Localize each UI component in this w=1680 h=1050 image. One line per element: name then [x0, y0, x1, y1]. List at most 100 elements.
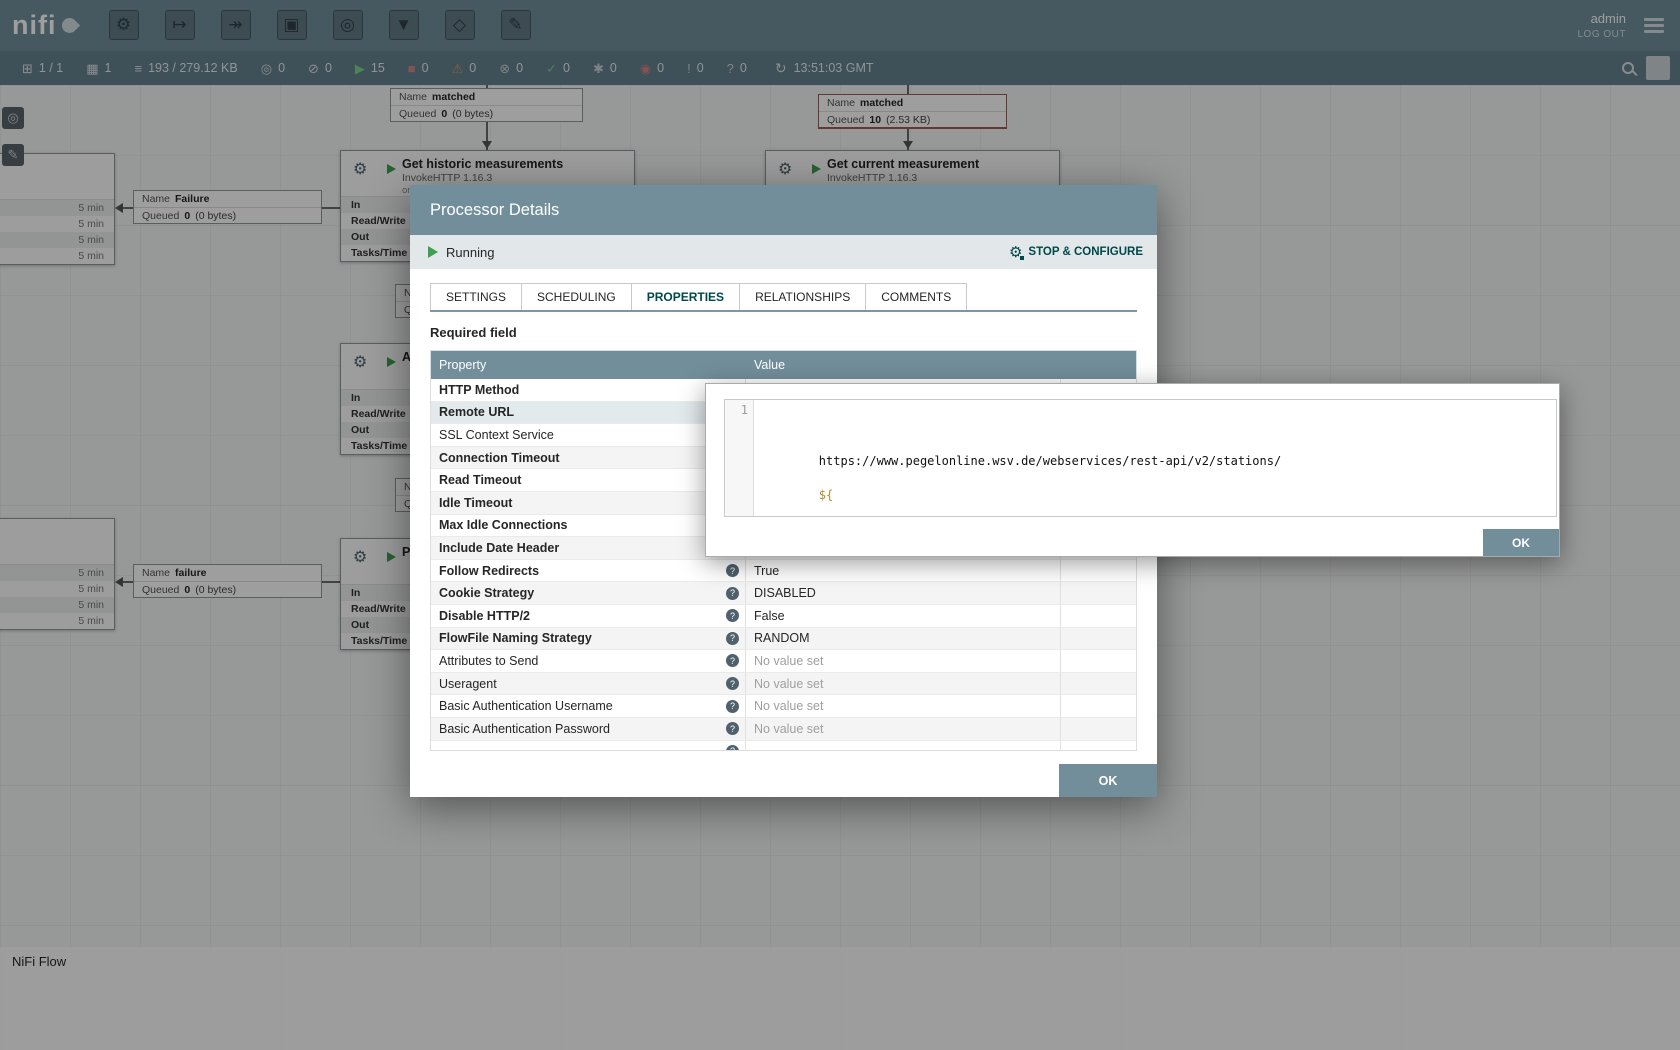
property-row[interactable]: Useragent ? No value set — [431, 673, 1136, 696]
property-name: Read Timeout — [439, 473, 521, 487]
value-cell[interactable]: DISABLED — [746, 582, 1061, 604]
property-name: FlowFile Naming Strategy — [439, 631, 592, 645]
property-column-header: Property — [431, 358, 746, 372]
filler-cell — [1061, 605, 1136, 627]
help-icon[interactable]: ? — [726, 564, 739, 577]
property-cell: Read Timeout ? — [431, 469, 746, 491]
help-icon[interactable]: ? — [726, 632, 739, 645]
value-cell[interactable]: False — [746, 605, 1061, 627]
running-status-icon — [428, 246, 438, 258]
property-row[interactable]: Disable HTTP/2 ? False — [431, 605, 1136, 628]
value-cell[interactable]: No value set — [746, 718, 1061, 740]
property-name: Basic Authentication Username — [439, 699, 613, 713]
help-icon[interactable]: ? — [726, 745, 739, 750]
property-cell: SSL Context Service ? — [431, 424, 746, 446]
property-value: No value set — [754, 722, 823, 736]
dialog-tab[interactable]: RELATIONSHIPS — [739, 283, 866, 310]
code-segment: ${ — [819, 488, 833, 502]
property-value: True — [754, 564, 779, 578]
dialog-tab[interactable]: PROPERTIES — [631, 283, 740, 310]
property-cell: Basic Authentication Username ? — [431, 695, 746, 717]
property-row[interactable]: Cookie Strategy ? DISABLED — [431, 582, 1136, 605]
property-name: SSL Context Service — [439, 428, 554, 442]
code-segment: https://www.pegelonline.wsv.de/webservic… — [819, 454, 1281, 468]
ok-button[interactable]: OK — [1059, 764, 1157, 797]
filler-cell — [1061, 560, 1136, 582]
help-icon[interactable]: ? — [726, 700, 739, 713]
property-name: Connection Timeout — [439, 451, 560, 465]
filler-cell — [1061, 582, 1136, 604]
filler-cell — [1061, 650, 1136, 672]
dialog-tab[interactable]: SCHEDULING — [521, 283, 632, 310]
value-cell[interactable]: No value set — [746, 650, 1061, 672]
property-cell: Remote URL ? — [431, 402, 746, 424]
editor-ok-button[interactable]: OK — [1483, 529, 1559, 556]
property-row[interactable]: Basic Authentication Password ? No value… — [431, 718, 1136, 741]
run-status-text: Running — [446, 245, 494, 260]
dialog-tab[interactable]: COMMENTS — [865, 283, 967, 310]
value-cell[interactable]: No value set — [746, 673, 1061, 695]
property-name: Cookie Strategy — [439, 586, 534, 600]
property-cell: Follow Redirects ? — [431, 560, 746, 582]
property-cell: ? — [431, 741, 746, 751]
property-cell: Include Date Header ? — [431, 537, 746, 559]
dialog-status-bar: Running ⚙ STOP & CONFIGURE — [410, 235, 1157, 269]
help-icon[interactable]: ? — [726, 654, 739, 667]
value-editor[interactable]: 1 https://www.pegelonline.wsv.de/webserv… — [724, 399, 1557, 517]
property-cell: Basic Authentication Password ? — [431, 718, 746, 740]
properties-table-header: Property Value — [431, 351, 1136, 379]
line-number: 1 — [725, 400, 754, 516]
value-column-header: Value — [746, 358, 1061, 372]
property-row[interactable]: Attributes to Send ? No value set — [431, 650, 1136, 673]
property-row[interactable]: ? — [431, 741, 1136, 751]
property-row[interactable]: Follow Redirects ? True — [431, 560, 1136, 583]
property-cell: Idle Timeout ? — [431, 492, 746, 514]
help-icon[interactable]: ? — [726, 587, 739, 600]
value-cell[interactable]: RANDOM — [746, 628, 1061, 650]
property-cell: Connection Timeout ? — [431, 447, 746, 469]
property-name: Follow Redirects — [439, 564, 539, 578]
filler-cell — [1061, 741, 1136, 751]
property-name: Idle Timeout — [439, 496, 512, 510]
property-cell: Cookie Strategy ? — [431, 582, 746, 604]
property-name: Attributes to Send — [439, 654, 538, 668]
value-cell[interactable]: No value set — [746, 695, 1061, 717]
property-value: DISABLED — [754, 586, 816, 600]
property-value: RANDOM — [754, 631, 810, 645]
property-value: False — [754, 609, 785, 623]
editor-code[interactable]: https://www.pegelonline.wsv.de/webservic… — [754, 400, 1556, 516]
dialog-tabs: SETTINGS SCHEDULING PROPERTIES RELATIONS… — [430, 283, 1137, 312]
property-cell: Disable HTTP/2 ? — [431, 605, 746, 627]
dialog-header: Processor Details — [410, 185, 1157, 235]
help-icon[interactable]: ? — [726, 677, 739, 690]
value-cell[interactable] — [746, 741, 1061, 751]
stop-and-configure-button[interactable]: ⚙ STOP & CONFIGURE — [1009, 245, 1143, 260]
value-cell[interactable]: True — [746, 560, 1061, 582]
property-cell: HTTP Method ? — [431, 379, 746, 401]
property-cell: Max Idle Connections ? — [431, 515, 746, 537]
filler-cell — [1061, 718, 1136, 740]
filler-cell — [1061, 673, 1136, 695]
filler-cell — [1061, 695, 1136, 717]
dialog-tab[interactable]: SETTINGS — [430, 283, 522, 310]
property-cell: Useragent ? — [431, 673, 746, 695]
property-cell: Attributes to Send ? — [431, 650, 746, 672]
property-name: Basic Authentication Password — [439, 722, 610, 736]
property-name: Include Date Header — [439, 541, 559, 555]
stop-badge — [1019, 255, 1025, 261]
property-value: No value set — [754, 699, 823, 713]
help-icon[interactable]: ? — [726, 722, 739, 735]
property-name: Useragent — [439, 677, 497, 691]
property-name: Disable HTTP/2 — [439, 609, 530, 623]
property-name: Remote URL — [439, 405, 514, 419]
stop-configure-label: STOP & CONFIGURE — [1028, 246, 1143, 258]
property-row[interactable]: Basic Authentication Username ? No value… — [431, 695, 1136, 718]
help-icon[interactable]: ? — [726, 609, 739, 622]
property-value: No value set — [754, 654, 823, 668]
property-cell: FlowFile Naming Strategy ? — [431, 628, 746, 650]
stop-configure-icon: ⚙ — [1009, 245, 1022, 260]
required-field-label: Required field — [430, 325, 1137, 340]
property-name: HTTP Method — [439, 383, 519, 397]
property-row[interactable]: FlowFile Naming Strategy ? RANDOM — [431, 628, 1136, 651]
filler-cell — [1061, 628, 1136, 650]
